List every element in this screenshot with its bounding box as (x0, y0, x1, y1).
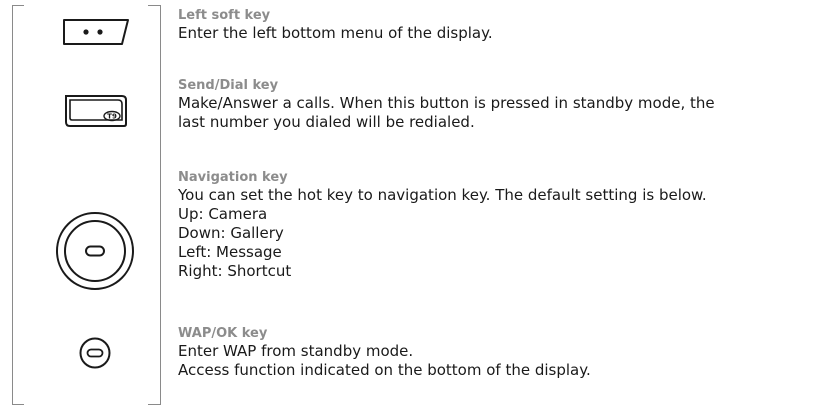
entry-description: Make/Answer a calls. When this button is… (178, 94, 715, 112)
frame-tick-top-right (148, 5, 160, 6)
entry-description: last number you dialed will be redialed. (178, 113, 475, 131)
entry-title: WAP/OK key (178, 326, 268, 341)
left-soft-key-entry: Left soft key Enter the left bottom menu… (178, 8, 818, 43)
navigation-key-icon (54, 210, 136, 292)
wap-ok-key-icon (78, 336, 112, 370)
send-dial-key-entry: Send/Dial key Make/Answer a calls. When … (178, 78, 818, 132)
nav-left-mapping: Left: Message (178, 243, 282, 261)
send-key-t9-label: T9 (107, 113, 117, 121)
entry-description: Access function indicated on the bottom … (178, 361, 591, 379)
entry-description: Enter WAP from standby mode. (178, 342, 414, 360)
frame-tick-bottom-right (148, 404, 160, 405)
frame-tick-bottom-left (12, 404, 24, 405)
left-soft-key-icon (62, 12, 130, 52)
nav-up-mapping: Up: Camera (178, 205, 268, 223)
nav-down-mapping: Down: Gallery (178, 224, 284, 242)
entry-description: Enter the left bottom menu of the displa… (178, 24, 493, 42)
frame-tick-top-left (12, 5, 24, 6)
wap-ok-key-entry: WAP/OK key Enter WAP from standby mode. … (178, 326, 818, 380)
navigation-key-entry: Navigation key You can set the hot key t… (178, 170, 818, 281)
entry-description: You can set the hot key to navigation ke… (178, 186, 707, 204)
entry-title: Navigation key (178, 170, 288, 185)
icon-column-frame-right (160, 5, 161, 405)
send-dial-key-icon: T9 (62, 90, 130, 130)
entry-title: Left soft key (178, 8, 271, 23)
entry-title: Send/Dial key (178, 78, 279, 93)
nav-right-mapping: Right: Shortcut (178, 262, 292, 280)
